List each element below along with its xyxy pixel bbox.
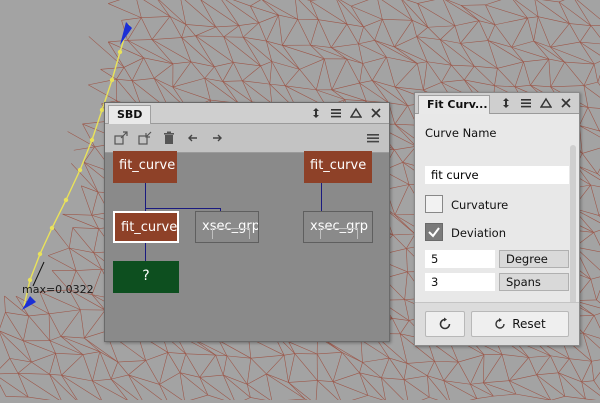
fit-curve-panel: Fit Curv... Curve Name Curvature Deviati… [414,92,580,346]
curve-control-point[interactable] [118,50,122,54]
close-icon[interactable] [369,106,383,120]
connector [145,208,220,209]
curve-control-point[interactable] [110,78,114,82]
fit-curve-titlebar[interactable]: Fit Curv... [415,93,579,114]
node-xsec-grp[interactable]: xsec_grp [303,211,373,243]
node-xsec-grp[interactable]: xsec_grp [195,211,259,243]
max-deviation-label: max=0.0322 [22,283,94,296]
connector [321,181,322,211]
spans-input[interactable]: 3 [425,273,495,291]
fit-curve-scrollbar[interactable] [570,145,576,317]
curve-control-point[interactable] [50,226,54,230]
reset-icon [494,318,506,330]
reset-button[interactable]: Reset [471,311,569,337]
fit-curve-body: Curve Name Curvature Deviation 5 Degree … [415,115,579,345]
hamburger-menu-icon[interactable] [365,130,381,146]
trash-icon[interactable] [161,130,177,146]
node-port [320,228,358,239]
degree-input[interactable]: 5 [425,250,495,268]
curve-name-input[interactable] [425,166,569,184]
node-fit-curve-selected[interactable]: fit_curve [113,211,179,243]
node-fit-curve[interactable]: fit_curve [113,151,177,183]
menu-icon[interactable] [519,96,533,110]
connector [145,243,146,261]
expand-icon[interactable] [113,130,129,146]
curve-control-point[interactable] [28,278,32,282]
curvature-label: Curvature [451,198,508,212]
node-port [212,228,250,239]
spans-label: Spans [499,273,569,291]
refresh-icon [438,317,452,331]
reset-label: Reset [512,317,546,331]
resize-icon[interactable] [499,96,513,110]
degree-label: Degree [499,250,569,268]
resize-icon[interactable] [309,106,323,120]
apply-button[interactable] [425,311,465,337]
node-fit-curve[interactable]: fit_curve [304,151,372,183]
maximize-icon[interactable] [539,96,553,110]
checkmark-icon [426,224,442,240]
curve-control-point[interactable] [78,168,82,172]
curve-name-label: Curve Name [425,126,497,140]
close-icon[interactable] [559,96,573,110]
arrow-right-icon[interactable] [209,130,225,146]
arrow-left-icon[interactable] [185,130,201,146]
sbd-graph-canvas[interactable]: fit_curve fit_curve fit_curve xsec_grp x… [105,153,389,341]
fit-curve-tab[interactable]: Fit Curv... [418,95,490,114]
node-leaf[interactable]: ? [113,261,179,293]
curve-control-point[interactable] [64,198,68,202]
maximize-icon[interactable] [349,106,363,120]
sbd-tab[interactable]: SBD [108,105,151,124]
collapse-icon[interactable] [137,130,153,146]
curve-control-point[interactable] [90,138,94,142]
fit-curve-button-bar: Reset [415,302,579,345]
sbd-titlebar[interactable]: SBD [105,103,389,124]
deviation-checkbox[interactable] [425,223,443,241]
connector [145,181,146,211]
sbd-panel: SBD [104,102,390,342]
curve-control-point[interactable] [38,252,42,256]
deviation-label: Deviation [451,226,506,240]
menu-icon[interactable] [329,106,343,120]
sbd-toolbar [105,124,389,153]
curvature-checkbox[interactable] [425,195,443,213]
